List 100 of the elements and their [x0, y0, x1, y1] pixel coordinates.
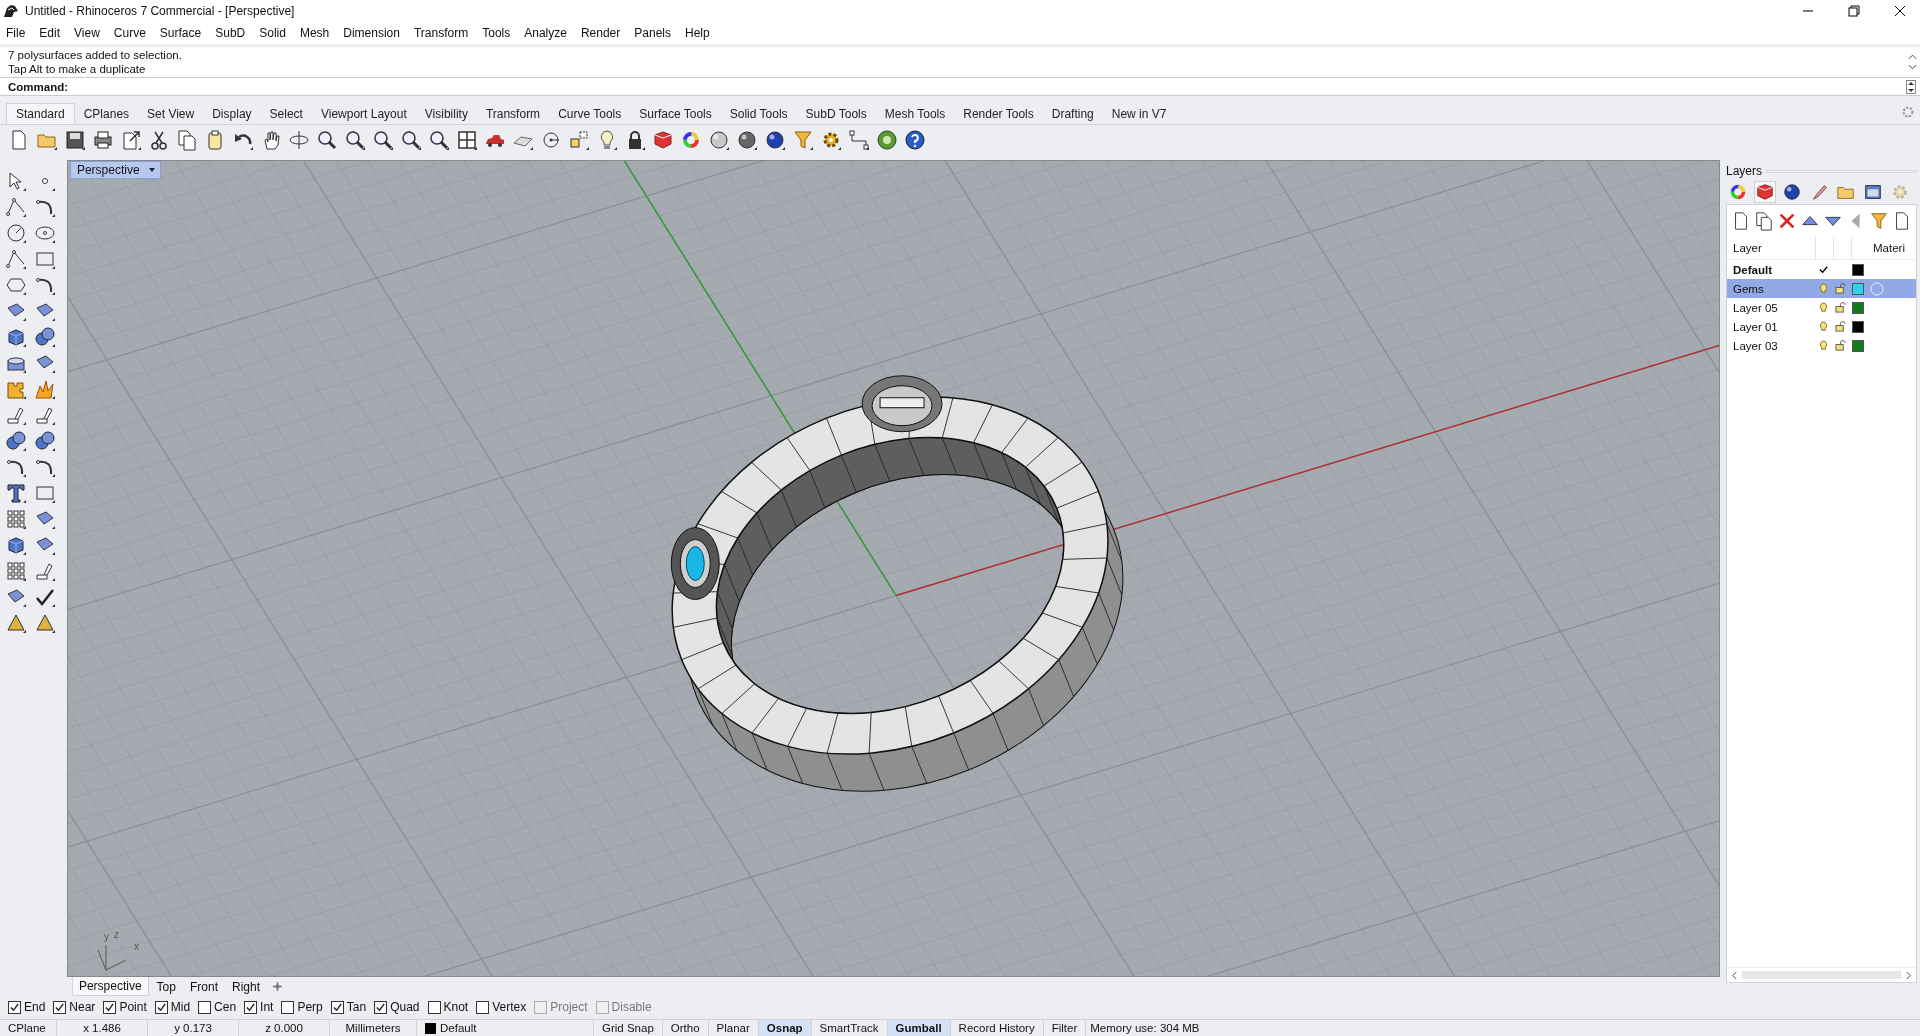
checkbox[interactable] — [374, 1000, 388, 1014]
copy-icon[interactable] — [1754, 211, 1774, 231]
cut-icon[interactable] — [148, 129, 170, 151]
layer-row[interactable]: Layer 03 — [1727, 336, 1916, 355]
viewport-title[interactable]: Perspective — [69, 161, 161, 179]
grid-icon[interactable] — [5, 560, 27, 582]
menu-item[interactable]: Panels — [634, 26, 671, 40]
circle-icon[interactable] — [5, 222, 27, 244]
restore-icon[interactable] — [1848, 5, 1860, 17]
checkbox[interactable] — [154, 1000, 168, 1014]
menu-item[interactable]: Tools — [482, 26, 511, 40]
scroll-down-icon[interactable] — [1907, 64, 1917, 70]
toolbar-tab[interactable]: SubD Tools — [796, 104, 876, 124]
dimension-icon[interactable] — [848, 129, 870, 151]
osnap-label[interactable]: Perp — [297, 1000, 323, 1014]
column-header[interactable]: Layer — [1727, 242, 1815, 254]
toolbar-tab[interactable]: Curve Tools — [549, 104, 631, 124]
menu-item[interactable]: Render — [580, 26, 621, 40]
osnap-label[interactable]: Mid — [170, 1000, 191, 1014]
sphere-icon[interactable] — [708, 129, 730, 151]
scroll-right-icon[interactable] — [1905, 970, 1912, 980]
checkbox[interactable] — [330, 1000, 344, 1014]
zoom-in-icon[interactable] — [316, 129, 338, 151]
delete-icon[interactable] — [1777, 211, 1797, 231]
osnap-label[interactable]: Quad — [390, 1000, 420, 1014]
funnel-icon[interactable] — [1869, 211, 1889, 231]
toolbar-tab[interactable]: Set View — [138, 104, 204, 124]
scrollbar-thumb[interactable] — [1742, 971, 1901, 979]
cone-icon[interactable] — [34, 612, 56, 634]
checkbox[interactable] — [244, 1000, 258, 1014]
menu-item[interactable]: Solid — [259, 26, 286, 40]
cube-icon[interactable] — [5, 534, 27, 556]
layer-icon[interactable] — [652, 129, 674, 151]
checkbox[interactable] — [103, 1000, 117, 1014]
status-toggle[interactable]: Ortho — [662, 1020, 709, 1036]
status-toggle[interactable]: SmartTrack — [811, 1020, 888, 1036]
osnap-label[interactable]: Knot — [443, 1000, 469, 1014]
status-toggle[interactable]: Grid Snap — [594, 1020, 663, 1036]
sphere-icon[interactable] — [736, 129, 758, 151]
cube-icon[interactable] — [5, 326, 27, 348]
menu-item[interactable]: Mesh — [299, 26, 330, 40]
toolbar-tab[interactable]: New in V7 — [1102, 104, 1176, 124]
toolbar-tab[interactable]: CPlanes — [74, 104, 139, 124]
layer-row[interactable]: Layer 05 — [1727, 298, 1916, 317]
add-tab-icon[interactable] — [272, 981, 283, 993]
toolbar-tab[interactable]: Visibility — [415, 104, 477, 124]
menu-item[interactable]: Help — [685, 26, 710, 40]
unlocked-icon[interactable] — [1835, 302, 1846, 313]
copy-icon[interactable] — [176, 129, 198, 151]
color-wheel-icon[interactable] — [1728, 182, 1748, 202]
printer-icon[interactable] — [92, 129, 114, 151]
menu-item[interactable]: Analyze — [524, 26, 567, 40]
menu-item[interactable]: Transform — [413, 26, 469, 40]
osnap-label[interactable]: End — [24, 1000, 46, 1014]
status-toggle[interactable]: Filter — [1043, 1020, 1087, 1036]
current-layer-check-icon[interactable] — [1818, 264, 1829, 275]
column-header[interactable]: Materi — [1869, 242, 1916, 254]
toolbar-tab[interactable]: Solid Tools — [720, 104, 797, 124]
toolbar-tab[interactable]: Display — [203, 104, 261, 124]
spheres-icon[interactable] — [34, 430, 56, 452]
spheres-icon[interactable] — [34, 326, 56, 348]
bulb-icon[interactable] — [1818, 283, 1829, 294]
caret-icon[interactable] — [147, 166, 156, 174]
layer-color-swatch[interactable] — [1851, 301, 1864, 314]
osnap-label[interactable]: Vertex — [492, 1000, 527, 1014]
osnap-label[interactable]: Cen — [214, 1000, 237, 1014]
circle-icon[interactable] — [540, 129, 562, 151]
export-icon[interactable] — [120, 129, 142, 151]
sphere-icon[interactable] — [764, 129, 786, 151]
orbit-icon[interactable] — [288, 129, 310, 151]
spheres-icon[interactable] — [5, 430, 27, 452]
toolbar-tab[interactable]: Drafting — [1042, 104, 1103, 124]
bulb-icon[interactable] — [1818, 321, 1829, 332]
four-viewports-icon[interactable] — [456, 129, 478, 151]
toolbar-tab[interactable]: Render Tools — [954, 104, 1043, 124]
help-window-icon[interactable] — [1863, 182, 1883, 202]
cplane-label[interactable]: CPlane — [0, 1020, 57, 1036]
menu-item[interactable]: Curve — [113, 26, 146, 40]
bulb-icon[interactable] — [1818, 302, 1829, 313]
viewport-tab[interactable]: Right — [225, 977, 266, 996]
layer-row[interactable]: Default — [1727, 260, 1916, 279]
save-icon[interactable] — [64, 129, 86, 151]
layer-icon[interactable] — [1755, 182, 1775, 202]
viewport-tab[interactable]: Top — [150, 977, 182, 996]
units-label[interactable]: Millimeters — [330, 1020, 417, 1036]
checkbox[interactable] — [427, 1000, 441, 1014]
status-toggle[interactable]: Record History — [950, 1020, 1044, 1036]
viewport-tab[interactable]: Front — [183, 977, 224, 996]
layer-color-swatch[interactable] — [1851, 339, 1864, 352]
menu-item[interactable]: Surface — [159, 26, 202, 40]
command-field[interactable]: Command: — [0, 78, 1920, 95]
close-icon[interactable] — [1894, 5, 1906, 17]
color-wheel-icon[interactable] — [680, 129, 702, 151]
layer-color-swatch[interactable] — [1851, 320, 1864, 333]
current-layer-label[interactable]: Default — [440, 1022, 477, 1034]
menu-item[interactable]: Dimension — [343, 26, 400, 40]
checkbox[interactable] — [476, 1000, 490, 1014]
osnap-label[interactable]: Near — [69, 1000, 96, 1014]
toolbar-tab[interactable]: Viewport Layout — [311, 104, 416, 124]
text-tool-icon[interactable] — [5, 482, 27, 504]
